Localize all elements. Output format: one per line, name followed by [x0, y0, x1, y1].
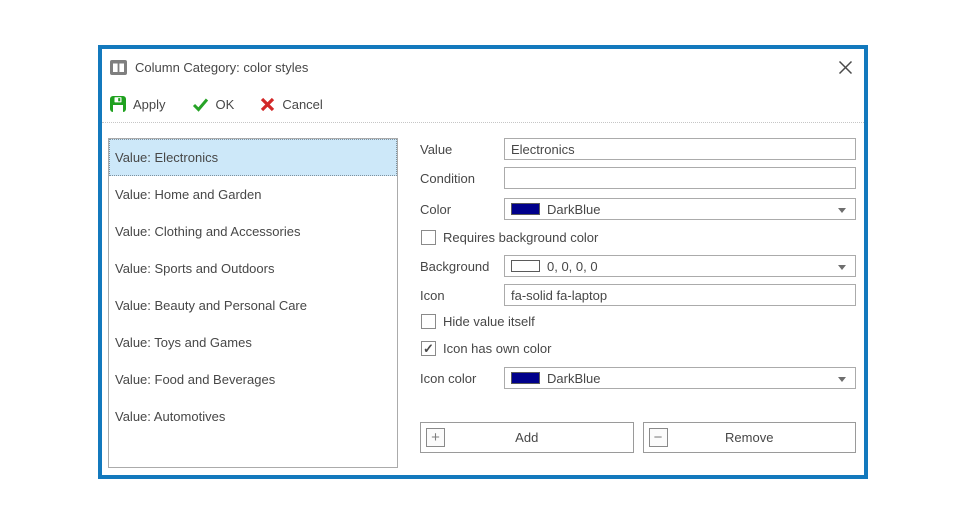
list-item[interactable]: Value: Beauty and Personal Care	[109, 287, 397, 324]
icon-own-color-checkbox-row: Icon has own color	[421, 340, 856, 356]
icon-own-color-label: Icon has own color	[443, 341, 551, 356]
chevron-down-icon	[838, 377, 846, 382]
list-item[interactable]: Value: Automotives	[109, 398, 397, 435]
cancel-button[interactable]: Cancel	[260, 97, 322, 112]
dialog-content: Value: Electronics Value: Home and Garde…	[102, 123, 864, 468]
value-input[interactable]	[504, 138, 856, 160]
list-item[interactable]: Value: Electronics	[109, 139, 397, 176]
add-label: Add	[515, 430, 538, 445]
condition-label: Condition	[420, 171, 504, 186]
icon-color-value: DarkBlue	[547, 371, 600, 386]
icon-color-row: Icon color DarkBlue	[420, 367, 856, 389]
chevron-down-icon	[838, 265, 846, 270]
dialog-title: Column Category: color styles	[135, 60, 308, 75]
minus-icon: −	[649, 428, 668, 447]
value-row: Value	[420, 138, 856, 160]
icon-color-label: Icon color	[420, 371, 504, 386]
chevron-down-icon	[838, 208, 846, 213]
close-icon	[838, 60, 853, 75]
value-label: Value	[420, 142, 504, 157]
style-form: Value Condition Color DarkBlue	[420, 138, 856, 468]
ok-label: OK	[216, 97, 235, 112]
condition-input[interactable]	[504, 167, 856, 189]
color-value: DarkBlue	[547, 202, 600, 217]
cancel-label: Cancel	[282, 97, 322, 112]
icon-input[interactable]	[504, 284, 856, 306]
background-row: Background 0, 0, 0, 0	[420, 255, 856, 277]
hide-value-checkbox-row: Hide value itself	[421, 313, 856, 329]
category-list: Value: Electronics Value: Home and Garde…	[108, 138, 398, 468]
background-swatch	[511, 260, 540, 272]
icon-row: Icon	[420, 284, 856, 306]
color-swatch	[511, 203, 540, 215]
requires-background-checkbox[interactable]	[421, 230, 436, 245]
background-value: 0, 0, 0, 0	[547, 259, 598, 274]
requires-background-checkbox-row: Requires background color	[421, 229, 856, 245]
list-edit-buttons: + Add − Remove	[420, 422, 856, 453]
background-label: Background	[420, 259, 504, 274]
list-item[interactable]: Value: Food and Beverages	[109, 361, 397, 398]
dialog-titlebar: Column Category: color styles	[102, 49, 864, 86]
icon-label: Icon	[420, 288, 504, 303]
add-button[interactable]: + Add	[420, 422, 634, 453]
background-dropdown[interactable]: 0, 0, 0, 0	[504, 255, 856, 277]
save-icon	[110, 96, 126, 112]
close-button[interactable]	[836, 59, 854, 77]
list-item[interactable]: Value: Clothing and Accessories	[109, 213, 397, 250]
ok-button[interactable]: OK	[192, 97, 235, 112]
two-column-layout-icon	[110, 60, 127, 75]
hide-value-label: Hide value itself	[443, 314, 535, 329]
x-icon	[260, 97, 275, 112]
icon-color-swatch	[511, 372, 540, 384]
icon-color-dropdown[interactable]: DarkBlue	[504, 367, 856, 389]
color-label: Color	[420, 202, 504, 217]
list-item[interactable]: Value: Home and Garden	[109, 176, 397, 213]
color-row: Color DarkBlue	[420, 198, 856, 220]
hide-value-checkbox[interactable]	[421, 314, 436, 329]
list-item[interactable]: Value: Sports and Outdoors	[109, 250, 397, 287]
remove-label: Remove	[725, 430, 773, 445]
apply-label: Apply	[133, 97, 166, 112]
plus-icon: +	[426, 428, 445, 447]
requires-background-label: Requires background color	[443, 230, 598, 245]
remove-button[interactable]: − Remove	[643, 422, 857, 453]
screen: Column Category: color styles Apply	[0, 0, 962, 507]
color-dropdown[interactable]: DarkBlue	[504, 198, 856, 220]
dialog-toolbar: Apply OK Cancel	[102, 86, 864, 123]
check-icon	[192, 97, 209, 112]
icon-own-color-checkbox[interactable]	[421, 341, 436, 356]
list-item[interactable]: Value: Toys and Games	[109, 324, 397, 361]
condition-row: Condition	[420, 167, 856, 189]
apply-button[interactable]: Apply	[110, 96, 166, 112]
column-category-dialog: Column Category: color styles Apply	[98, 45, 868, 479]
